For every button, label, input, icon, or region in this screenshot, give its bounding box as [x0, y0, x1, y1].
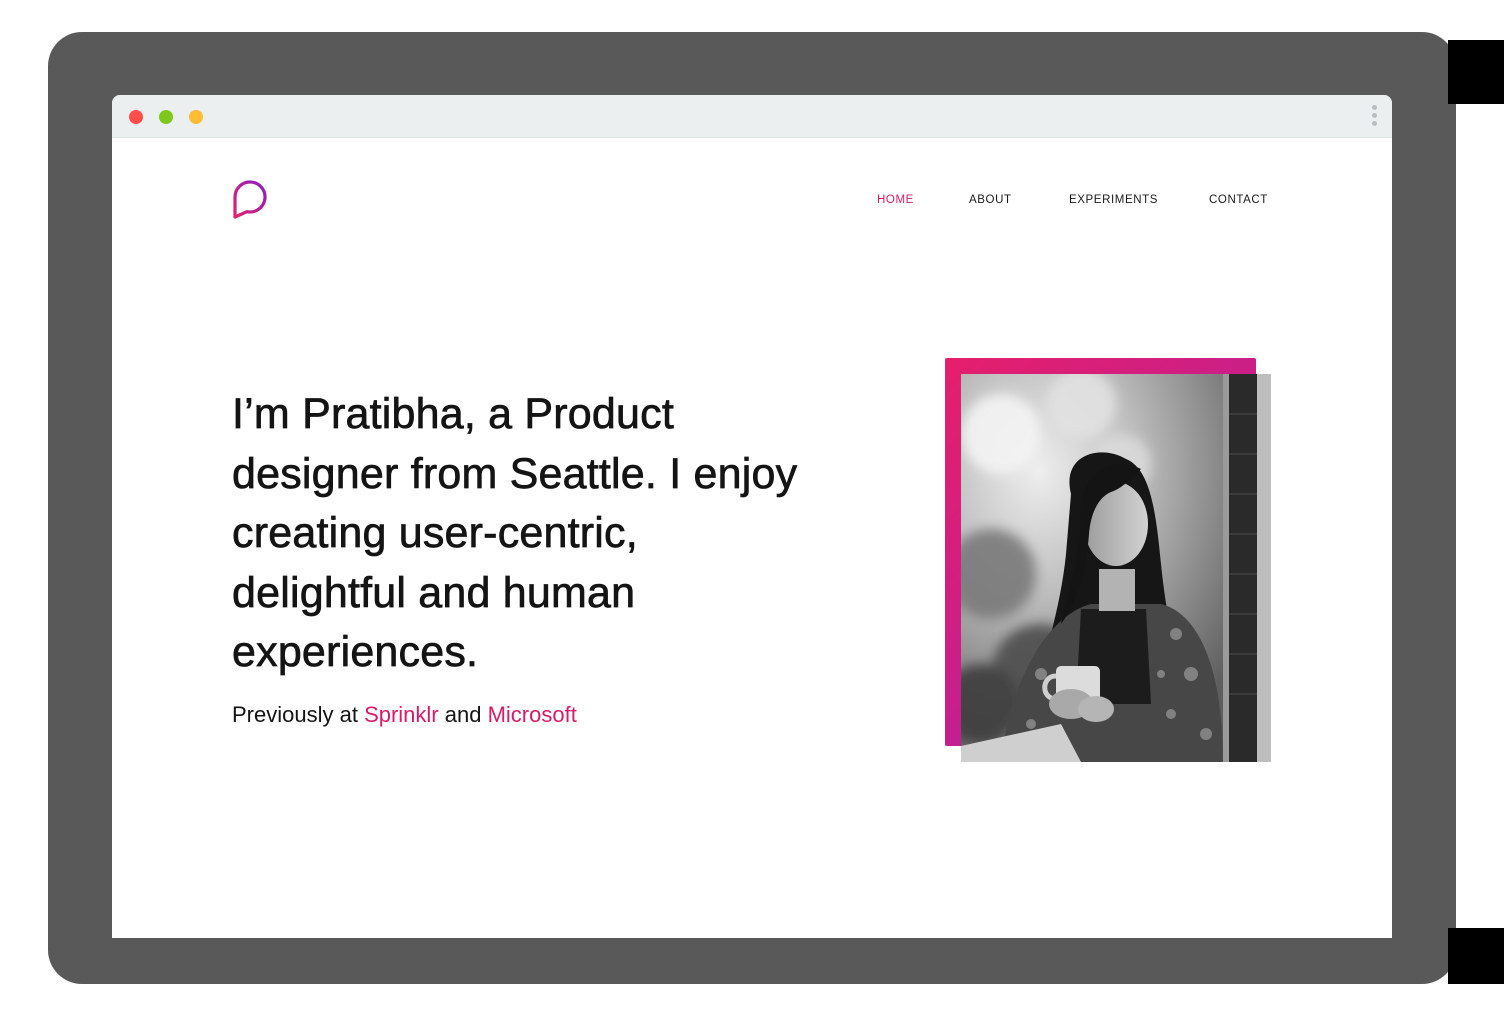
hero-line: creating user-centric, — [232, 509, 638, 558]
browser-window: HOME ABOUT EXPERIMENTS CONTACT I’m Prati… — [112, 95, 1392, 938]
minimize-window-dot[interactable] — [189, 110, 203, 124]
main-nav: HOME ABOUT EXPERIMENTS CONTACT — [112, 193, 1392, 209]
nav-experiments[interactable]: EXPERIMENTS — [1069, 193, 1158, 207]
corner-block — [1448, 928, 1504, 984]
nav-contact[interactable]: CONTACT — [1209, 193, 1268, 207]
hero-heading: I’m Pratibha, a Product designer from Se… — [232, 385, 852, 683]
hero-line: experiences. — [232, 628, 479, 677]
nav-about[interactable]: ABOUT — [969, 193, 1012, 207]
close-window-dot[interactable] — [129, 110, 143, 124]
hero-line: I’m Pratibha, a Product — [232, 390, 674, 439]
browser-title-bar — [112, 95, 1392, 138]
hero-line: delightful and human — [232, 568, 636, 617]
maximize-window-dot[interactable] — [159, 110, 173, 124]
previously-prefix: Previously at — [232, 702, 365, 727]
hero-line: designer from Seattle. I enjoy — [232, 449, 798, 498]
microsoft-link[interactable]: Microsoft — [488, 702, 577, 727]
vertical-ellipsis-icon[interactable] — [1372, 105, 1378, 129]
previously-at-text: Previously at Sprinklr and Microsoft — [232, 701, 577, 729]
nav-home[interactable]: HOME — [877, 193, 914, 207]
previously-connector: and — [438, 702, 488, 727]
corner-block — [1448, 40, 1504, 104]
sprinklr-link[interactable]: Sprinklr — [364, 702, 439, 727]
profile-photo — [961, 374, 1271, 762]
